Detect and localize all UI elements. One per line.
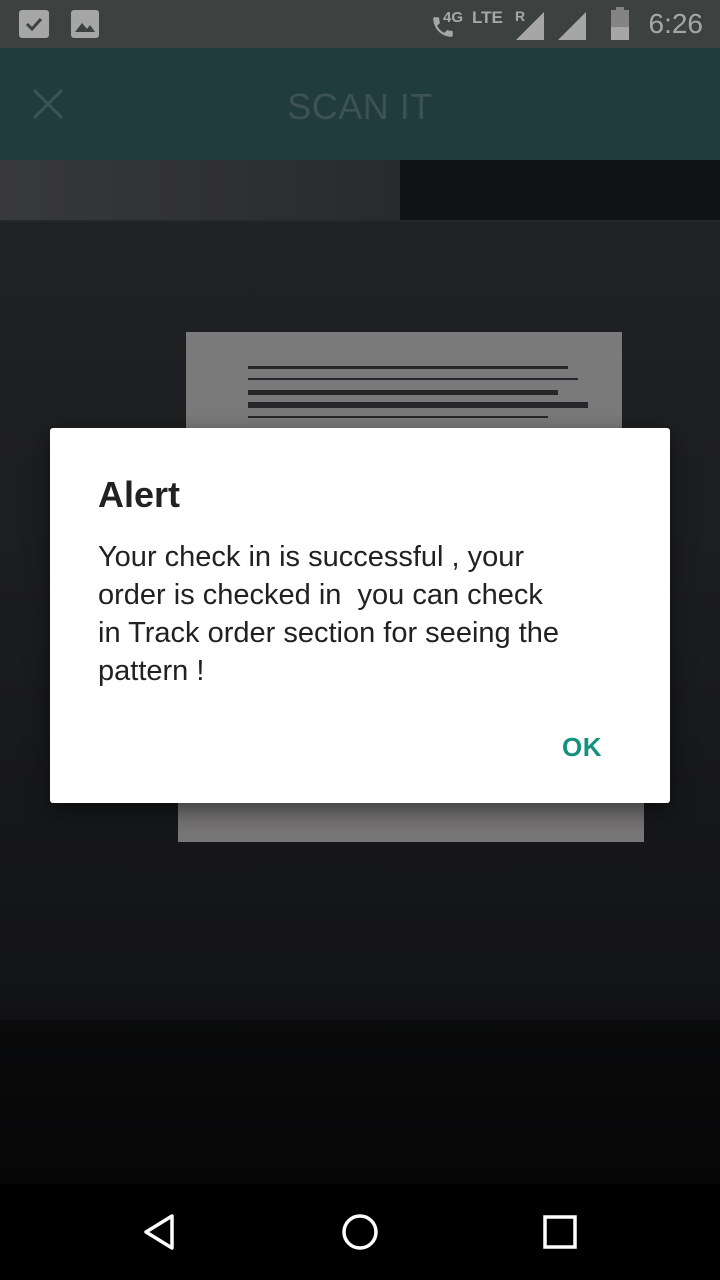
navigation-bar	[0, 1184, 720, 1280]
ok-button[interactable]: OK	[562, 732, 602, 763]
alert-dialog: Alert Your check in is successful , your…	[50, 428, 670, 803]
back-icon[interactable]	[140, 1212, 180, 1252]
dialog-title: Alert	[98, 474, 181, 515]
home-icon[interactable]	[340, 1212, 380, 1252]
dialog-message: Your check in is successful , your order…	[98, 541, 560, 687]
recents-icon[interactable]	[540, 1212, 580, 1252]
